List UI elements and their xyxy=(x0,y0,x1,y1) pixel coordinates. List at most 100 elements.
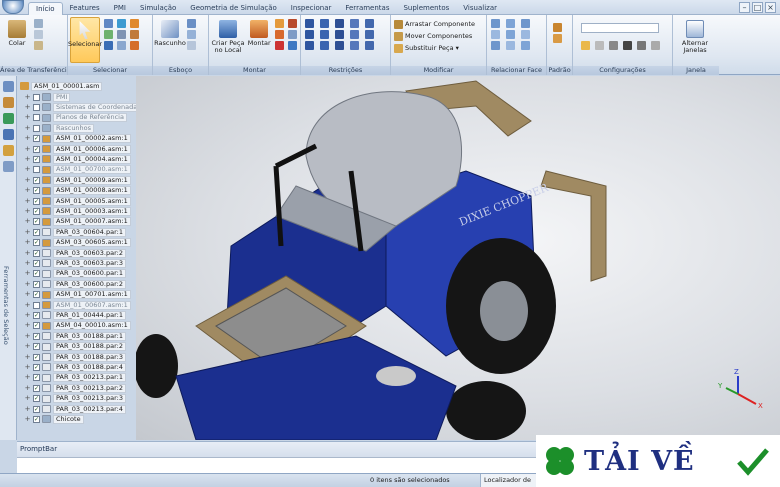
tree-node[interactable]: + ✓ ASM_01_00002.asm:1 xyxy=(24,134,131,144)
visibility-checkbox[interactable] xyxy=(33,114,40,122)
zone-icon[interactable] xyxy=(104,41,113,50)
format-painter-icon[interactable] xyxy=(34,41,43,50)
tree-node[interactable]: + ✓ PAR_03_00600.par:2 xyxy=(24,279,126,289)
expand-icon[interactable]: + xyxy=(24,124,31,132)
visibility-checkbox[interactable]: ✓ xyxy=(33,239,40,247)
expand-icon[interactable]: + xyxy=(24,207,31,215)
offset-face-icon[interactable] xyxy=(491,30,500,39)
tab-geometria-simulacao[interactable]: Geometria de Simulação xyxy=(183,2,284,15)
show-all-icon[interactable] xyxy=(130,30,139,39)
tree-node[interactable]: + ✓ ASM_03_00605.asm:1 xyxy=(24,238,131,248)
expand-icon[interactable]: + xyxy=(24,395,31,402)
visibility-checkbox[interactable]: ✓ xyxy=(33,395,40,403)
expand-icon[interactable]: + xyxy=(24,218,31,225)
expand-icon[interactable]: + xyxy=(24,363,31,371)
path-icon[interactable] xyxy=(365,41,374,50)
replace-part-button[interactable]: Substituir Peça ▾ xyxy=(394,42,475,54)
restore-button[interactable]: □ xyxy=(752,2,763,13)
tab-suplementos[interactable]: Suplementos xyxy=(396,2,456,15)
visibility-checkbox[interactable]: ✓ xyxy=(33,249,40,257)
angle-icon[interactable] xyxy=(305,30,314,39)
expand-icon[interactable]: + xyxy=(24,291,31,298)
visibility-checkbox[interactable]: ✓ xyxy=(33,187,40,195)
expand-icon[interactable]: + xyxy=(24,249,31,257)
expand-icon[interactable]: + xyxy=(24,228,31,236)
expand-icon[interactable]: + xyxy=(24,155,31,163)
visibility-checkbox[interactable]: ✓ xyxy=(33,280,40,288)
expand-icon[interactable]: + xyxy=(24,135,31,142)
duplicate-icon[interactable] xyxy=(288,41,297,50)
tree-root[interactable]: ASM_01_00001.asm xyxy=(20,81,103,91)
tree-node[interactable]: + ✓ PAR_03_00188.par:3 xyxy=(24,352,126,362)
minimize-button[interactable]: – xyxy=(739,2,750,13)
camera-icon[interactable] xyxy=(623,41,632,50)
insert-component-icon[interactable] xyxy=(275,19,284,28)
visibility-checkbox[interactable]: ✓ xyxy=(33,353,40,361)
copy-icon[interactable] xyxy=(34,30,43,39)
tree-node[interactable]: + ✓ PAR_03_00213.par:3 xyxy=(24,394,126,404)
application-button[interactable] xyxy=(2,0,24,14)
visibility-checkbox[interactable]: ✓ xyxy=(33,374,40,382)
tab-simulacao[interactable]: Simulação xyxy=(133,2,183,15)
display-config-icon[interactable] xyxy=(581,41,590,50)
tree-node[interactable]: + ASM_01_00700.asm:1 xyxy=(24,165,131,175)
view-config-icon[interactable] xyxy=(637,41,646,50)
expand-icon[interactable]: + xyxy=(24,166,31,173)
select-parts-icon[interactable] xyxy=(130,19,139,28)
mate-icon[interactable] xyxy=(305,19,314,28)
tab-features[interactable]: Features xyxy=(63,2,107,15)
tree-node[interactable]: + ✓ ASM_01_00701.asm:1 xyxy=(24,290,131,300)
visibility-checkbox[interactable]: ✓ xyxy=(33,135,40,143)
perpendicular-icon[interactable] xyxy=(506,30,515,39)
visibility-checkbox[interactable]: ✓ xyxy=(33,311,40,319)
tree-node[interactable]: + ✓ PAR_03_00600.par:1 xyxy=(24,269,126,279)
expand-icon[interactable]: + xyxy=(24,176,31,184)
visibility-checkbox[interactable]: ✓ xyxy=(33,270,40,278)
move-components-button[interactable]: Mover Componentes xyxy=(394,30,475,42)
visibility-checkbox[interactable] xyxy=(33,103,40,111)
ground-icon[interactable] xyxy=(320,41,329,50)
sensors-tab-icon[interactable] xyxy=(3,129,14,140)
configuration-select[interactable] xyxy=(581,23,659,33)
expand-icon[interactable]: + xyxy=(24,405,31,413)
visibility-checkbox[interactable]: ✓ xyxy=(33,197,40,205)
select-button[interactable]: Selecionar xyxy=(68,17,102,63)
connect-icon[interactable] xyxy=(365,19,374,28)
mirror-component-icon[interactable] xyxy=(275,41,284,50)
symmetric-icon[interactable] xyxy=(521,30,530,39)
expand-icon[interactable]: + xyxy=(24,311,31,319)
visibility-checkbox[interactable]: ✓ xyxy=(33,332,40,340)
layers-tab-icon[interactable] xyxy=(3,113,14,124)
concentric-icon[interactable] xyxy=(506,19,515,28)
isolate-icon[interactable] xyxy=(130,41,139,50)
equal-radius-icon[interactable] xyxy=(506,41,515,50)
expand-icon[interactable]: + xyxy=(24,301,31,309)
drag-component-button[interactable]: Arrastar Componente xyxy=(394,18,475,30)
tab-pmi[interactable]: PMI xyxy=(107,2,133,15)
show-icon[interactable] xyxy=(104,30,113,39)
visibility-checkbox[interactable] xyxy=(33,301,40,309)
visibility-checkbox[interactable]: ✓ xyxy=(33,176,40,184)
expand-icon[interactable]: + xyxy=(24,280,31,288)
zone-config-icon[interactable] xyxy=(609,41,618,50)
visibility-checkbox[interactable] xyxy=(33,93,40,101)
cut-icon[interactable] xyxy=(34,19,43,28)
visibility-checkbox[interactable]: ✓ xyxy=(33,228,40,236)
pattern-icon[interactable] xyxy=(553,23,562,32)
tree-node[interactable]: + Planos de Referência xyxy=(24,113,127,123)
expand-icon[interactable]: + xyxy=(24,343,31,350)
visibility-checkbox[interactable]: ✓ xyxy=(33,155,40,163)
visibility-checkbox[interactable]: ✓ xyxy=(33,343,40,351)
explode-config-icon[interactable] xyxy=(595,41,604,50)
planar-align-icon[interactable] xyxy=(320,19,329,28)
tab-inspecionar[interactable]: Inspecionar xyxy=(284,2,339,15)
tab-inicio[interactable]: Início xyxy=(28,2,63,15)
tree-node[interactable]: + ✓ ASM_01_00003.asm:1 xyxy=(24,206,131,216)
expand-icon[interactable]: + xyxy=(24,353,31,361)
visibility-checkbox[interactable]: ✓ xyxy=(33,207,40,215)
tab-ferramentas[interactable]: Ferramentas xyxy=(338,2,396,15)
tree-node[interactable]: + ✓ PAR_01_00444.par:1 xyxy=(24,310,126,320)
query-icon[interactable] xyxy=(117,41,126,50)
expand-icon[interactable]: + xyxy=(24,384,31,392)
parallel-icon[interactable] xyxy=(365,30,374,39)
